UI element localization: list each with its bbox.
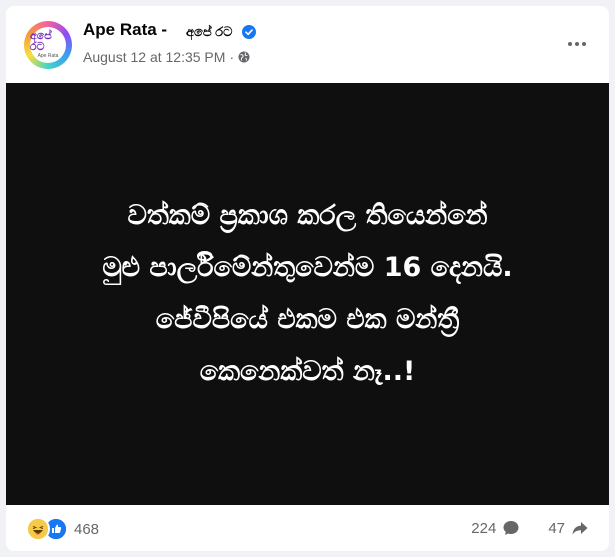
share-icon[interactable] <box>571 519 589 537</box>
reaction-count[interactable]: 468 <box>74 521 99 538</box>
image-text-line: කෙනෙක්වත් නෑ..! <box>199 356 416 387</box>
avatar-logo-text: අපේ රට <box>30 30 52 53</box>
comment-icon[interactable] <box>502 519 520 537</box>
reactions-summary[interactable]: 468 <box>26 517 99 541</box>
meta-separator: · <box>229 49 235 65</box>
share-count[interactable]: 47 <box>548 520 565 537</box>
avatar-logo: අපේ රට Ape Rata <box>30 27 66 63</box>
avatar-logo-subtext: Ape Rata <box>37 53 59 59</box>
engagement-counts: 224 47 <box>471 519 589 537</box>
verified-badge-icon <box>242 25 256 39</box>
more-dot <box>582 42 586 46</box>
haha-reaction-icon <box>26 517 50 541</box>
page-name-local[interactable]: අපේ රට <box>186 24 232 40</box>
globe-icon[interactable] <box>238 51 250 63</box>
post-image-text: වත්කම් ප්‍රකාශ කරල තියෙන්නේ මුළු පාර්ලිම… <box>6 83 609 505</box>
page-name-link[interactable]: Ape Rata - <box>83 20 167 40</box>
more-options-icon[interactable] <box>565 36 589 52</box>
post-image[interactable]: වත්කම් ප්‍රකාශ කරල තියෙන්නේ මුළු පාර්ලිම… <box>6 83 609 505</box>
image-text-line: මුළු පාර්ලිමේන්තුවෙන්ම 16 දෙනයි. <box>102 252 513 283</box>
post-timestamp[interactable]: August 12 at 12:35 PM <box>83 49 225 65</box>
post-meta: August 12 at 12:35 PM · <box>83 49 250 65</box>
image-text-line: වත්කම් ප්‍රකාශ කරල තියෙන්නේ <box>127 200 488 231</box>
more-dot <box>575 42 579 46</box>
image-text-line: ජේවීපියේ එකම එක මන්ත්‍රී <box>155 304 460 335</box>
page-avatar[interactable]: අපේ රට Ape Rata <box>24 21 72 69</box>
more-dot <box>568 42 572 46</box>
post-header: අපේ රට Ape Rata Ape Rata - අපේ රට August… <box>6 6 609 82</box>
post-card: අපේ රට Ape Rata Ape Rata - අපේ රට August… <box>6 6 609 551</box>
comment-count[interactable]: 224 <box>471 520 496 537</box>
post-footer: 468 224 47 <box>6 505 609 551</box>
